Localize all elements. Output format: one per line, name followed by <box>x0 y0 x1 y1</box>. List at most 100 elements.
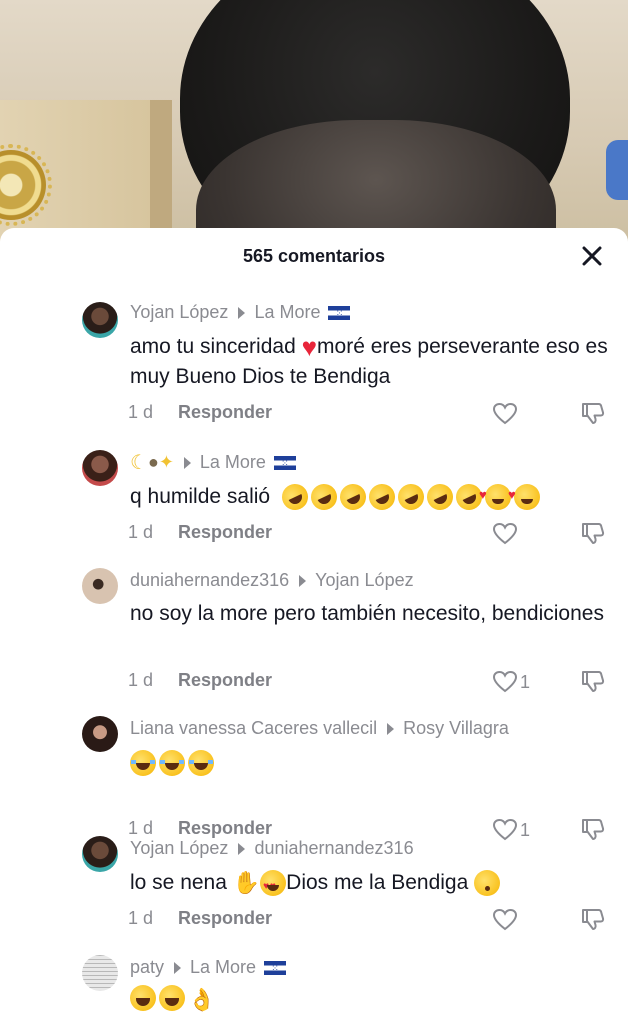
comment-text: no soy la more pero también necesito, be… <box>130 602 604 625</box>
comment-author[interactable]: paty <box>130 957 164 978</box>
reply-arrow-icon <box>174 961 182 974</box>
dislike-button[interactable] <box>580 816 606 842</box>
praying-hands-emoji-icon: ✋ <box>232 870 261 896</box>
like-button[interactable] <box>492 906 520 934</box>
rofl-emoji-icon <box>393 480 429 515</box>
rofl-emoji-icon <box>364 480 400 515</box>
comment-text: lo se nena ✋ Dios me la Bendiga <box>130 868 610 902</box>
close-button[interactable] <box>578 242 606 270</box>
rofl-emoji-icon <box>277 480 313 515</box>
close-icon <box>582 246 602 266</box>
dislike-button[interactable] <box>580 906 606 932</box>
thumbs-down-icon <box>582 403 605 424</box>
comment-actions: 1 d Responder <box>128 906 628 934</box>
thumbs-down-icon <box>582 523 605 544</box>
comment-time: 1 d <box>128 908 154 928</box>
tears-of-joy-emoji-icon <box>130 750 156 777</box>
comment-meta: ☾●✦ La More <box>130 450 296 475</box>
avatar[interactable] <box>82 450 118 486</box>
reply-arrow-icon <box>387 722 395 735</box>
rofl-emoji-icon <box>306 480 342 515</box>
rofl-emoji-icon <box>335 480 371 515</box>
reply-to-user[interactable]: La More <box>254 302 320 323</box>
comment-time: 1 d <box>128 818 154 838</box>
honduras-flag-icon <box>328 305 351 320</box>
video-background[interactable] <box>0 0 628 260</box>
comment-time: 1 d <box>128 522 154 542</box>
comment-meta: duniahernandez316 Yojan López <box>130 570 414 591</box>
comment-author[interactable]: ☾●✦ <box>130 450 174 475</box>
emoji-group <box>130 750 214 777</box>
avatar[interactable] <box>82 836 118 872</box>
heart-outline-icon <box>492 670 518 693</box>
rofl-emoji-icon <box>422 480 458 515</box>
avatar[interactable] <box>82 302 118 338</box>
like-button[interactable]: 1 <box>492 816 530 844</box>
comment-text-part: amo tu sinceridad <box>130 335 296 358</box>
avatar[interactable] <box>82 955 118 991</box>
reply-button[interactable]: Responder <box>178 818 272 839</box>
comment-author[interactable]: duniahernandez316 <box>130 570 289 591</box>
comment-text: 👌 <box>130 985 610 1015</box>
reply-to-user[interactable]: duniahernandez316 <box>254 838 413 859</box>
saturn-emoji-icon: ● <box>147 452 159 472</box>
comment-text-part: q humilde salió <box>130 485 271 508</box>
comment-time: 1 d <box>128 402 154 422</box>
gold-ornament <box>0 144 52 226</box>
heart-outline-icon <box>492 818 518 841</box>
blue-object <box>606 140 628 200</box>
comment-text: q humilde salió <box>130 480 610 515</box>
grinning-squint-emoji-icon <box>130 985 156 1012</box>
comment-author[interactable]: Yojan López <box>130 302 228 323</box>
avatar[interactable] <box>82 716 118 752</box>
reply-button[interactable]: Responder <box>178 908 272 929</box>
comment-author[interactable]: Yojan López <box>130 838 228 859</box>
reply-to-user[interactable]: La More <box>200 452 266 473</box>
like-count: 1 <box>520 819 531 840</box>
kissing-face-emoji-icon <box>474 870 501 897</box>
comment-actions: 1 d Responder 1 <box>128 668 628 696</box>
dislike-button[interactable] <box>580 400 606 426</box>
reply-button[interactable]: Responder <box>178 522 272 543</box>
reply-arrow-icon <box>238 306 246 319</box>
comments-sheet: 565 comentarios Yojan López La More amo … <box>0 228 628 1024</box>
comment-text-part: lo se nena <box>130 871 227 894</box>
comment-text <box>130 748 610 778</box>
emoji-group: 👌 <box>130 985 215 1015</box>
comment-text-part: Dios me la Bendiga <box>286 871 469 894</box>
comment-meta: Yojan López La More <box>130 302 351 323</box>
thumbs-down-icon <box>582 819 605 840</box>
emoji-group <box>277 480 540 515</box>
like-button[interactable] <box>492 400 520 428</box>
comment-time: 1 d <box>128 670 154 690</box>
ok-hand-emoji-icon: 👌 <box>188 987 216 1013</box>
comment-meta: Liana vanessa Caceres vallecil Rosy Vill… <box>130 718 509 739</box>
comments-header: 565 comentarios <box>0 228 628 284</box>
crescent-moon-emoji-icon: ☾ <box>130 452 148 474</box>
dislike-button[interactable] <box>580 520 606 546</box>
reply-button[interactable]: Responder <box>178 670 272 691</box>
like-button[interactable] <box>492 520 520 548</box>
reply-arrow-icon <box>238 842 246 855</box>
thumbs-down-icon <box>582 671 605 692</box>
like-button[interactable]: 1 <box>492 668 530 696</box>
heart-outline-icon <box>492 908 518 931</box>
heart-eyes-emoji-icon <box>260 870 287 902</box>
avatar[interactable] <box>82 568 118 604</box>
comment-actions: 1 d Responder <box>128 520 628 548</box>
red-heart-emoji-icon: ♥ <box>301 332 318 363</box>
heart-outline-icon <box>492 402 518 425</box>
comment-author[interactable]: Liana vanessa Caceres vallecil <box>130 718 377 739</box>
dislike-button[interactable] <box>580 668 606 694</box>
tears-of-joy-emoji-icon <box>188 750 214 777</box>
honduras-flag-icon <box>264 960 287 975</box>
reply-to-user[interactable]: Rosy Villagra <box>403 718 509 739</box>
comment-text: amo tu sinceridad ♥moré eres perseverant… <box>130 332 610 392</box>
smiling-hearts-emoji-icon <box>508 480 540 511</box>
thumbs-down-icon <box>582 909 605 930</box>
reply-arrow-icon <box>299 574 307 587</box>
reply-to-user[interactable]: Yojan López <box>315 570 413 591</box>
reply-to-user[interactable]: La More <box>190 957 256 978</box>
dizzy-emoji-icon: ✦ <box>158 452 174 472</box>
reply-button[interactable]: Responder <box>178 402 272 423</box>
